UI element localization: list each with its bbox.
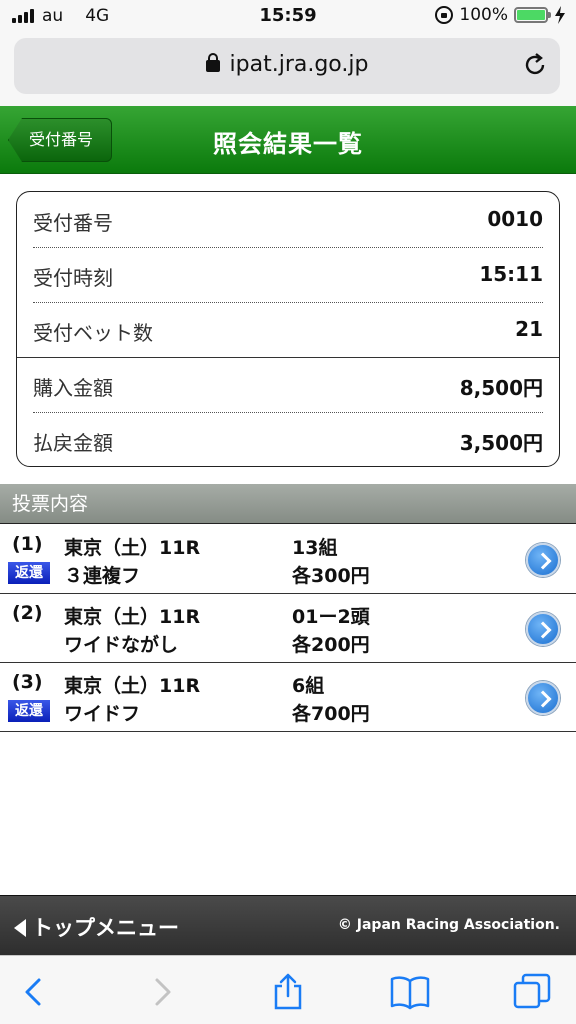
- payout-amount-value: 3,500円: [459, 431, 543, 455]
- reload-icon[interactable]: [522, 52, 548, 78]
- status-right: 100%: [435, 5, 566, 25]
- url-display[interactable]: ipat.jra.go.jp: [14, 52, 560, 77]
- back-arrow-icon[interactable]: [14, 972, 54, 1012]
- bet-type: ワイドながし: [64, 634, 179, 656]
- page-header: 受付番号 照会結果一覧: [0, 106, 576, 174]
- battery-icon: [514, 7, 551, 23]
- bet-race: 東京（土）11R: [64, 537, 201, 559]
- bet-count-value: 21: [515, 317, 543, 341]
- receipt-row: 払戻金額 3,500円: [33, 412, 543, 467]
- refund-badge: 返還: [8, 700, 50, 722]
- refund-badge: 返還: [8, 562, 50, 584]
- bet-item[interactable]: (2) 東京（土）11R ワイドながし 01ー2頭 各200円: [0, 594, 576, 663]
- charging-bolt-icon: [555, 6, 565, 24]
- bet-type: ワイドフ: [64, 703, 141, 725]
- receipt-number-label: 受付番号: [33, 211, 113, 235]
- bet-type: ３連複フ: [64, 565, 141, 587]
- rotation-lock-icon: [435, 6, 454, 24]
- receipt-row: 購入金額 8,500円: [33, 357, 543, 412]
- bet-number: (3): [12, 671, 43, 693]
- bet-race: 東京（土）11R: [64, 606, 201, 628]
- purchase-amount-label: 購入金額: [33, 376, 113, 400]
- bet-item[interactable]: (3) 東京（土）11R 返還 ワイドフ 6組 各700円: [0, 663, 576, 732]
- chevron-right-icon[interactable]: [526, 612, 560, 646]
- browser-address-area: ipat.jra.go.jp: [0, 34, 576, 106]
- bet-amount: 各200円: [292, 634, 370, 656]
- bet-number: (1): [12, 533, 43, 555]
- lock-icon: [205, 53, 220, 72]
- receipt-time-label: 受付時刻: [33, 266, 113, 290]
- triangle-left-icon: [14, 919, 26, 937]
- receipt-summary-card: 受付番号 0010 受付時刻 15:11 受付ベット数 21 購入金額 8,50…: [16, 191, 560, 467]
- bet-count: 01ー2頭: [292, 606, 370, 628]
- receipt-row: 受付時刻 15:11: [33, 247, 543, 302]
- bet-item[interactable]: (1) 東京（土）11R 返還 ３連複フ 13組 各300円: [0, 525, 576, 594]
- top-menu-label: トップメニュー: [32, 916, 179, 940]
- address-bar[interactable]: ipat.jra.go.jp: [14, 38, 560, 94]
- receipt-number-value: 0010: [487, 207, 543, 231]
- status-bar: au 4G 15:59 100%: [0, 0, 576, 34]
- battery-percent: 100%: [459, 5, 508, 25]
- receipt-row: 受付ベット数 21: [33, 302, 543, 357]
- receipt-time-value: 15:11: [479, 262, 543, 286]
- chevron-right-icon[interactable]: [526, 543, 560, 577]
- bet-number: (2): [12, 602, 43, 624]
- browser-toolbar: [0, 955, 576, 1024]
- top-menu-link[interactable]: トップメニュー: [14, 912, 179, 942]
- chevron-right-icon[interactable]: [526, 681, 560, 715]
- share-icon[interactable]: [268, 972, 308, 1012]
- bet-amount: 各300円: [292, 565, 370, 587]
- page-title: 照会結果一覧: [213, 130, 363, 158]
- bet-amount: 各700円: [292, 703, 370, 725]
- page-footer: トップメニュー © Japan Racing Association.: [0, 895, 576, 955]
- url-text: ipat.jra.go.jp: [229, 52, 369, 77]
- receipt-row: 受付番号 0010: [33, 192, 543, 247]
- bookmarks-icon[interactable]: [390, 972, 430, 1012]
- bet-count-label: 受付ベット数: [33, 321, 153, 345]
- bet-count: 6組: [292, 675, 325, 697]
- copyright-text: © Japan Racing Association.: [337, 917, 560, 933]
- forward-arrow-icon[interactable]: [142, 972, 182, 1012]
- bet-count: 13組: [292, 537, 338, 559]
- bet-race: 東京（土）11R: [64, 675, 201, 697]
- section-header: 投票内容: [0, 484, 576, 524]
- payout-amount-label: 払戻金額: [33, 431, 113, 455]
- purchase-amount-value: 8,500円: [459, 376, 543, 400]
- tabs-icon[interactable]: [512, 972, 552, 1012]
